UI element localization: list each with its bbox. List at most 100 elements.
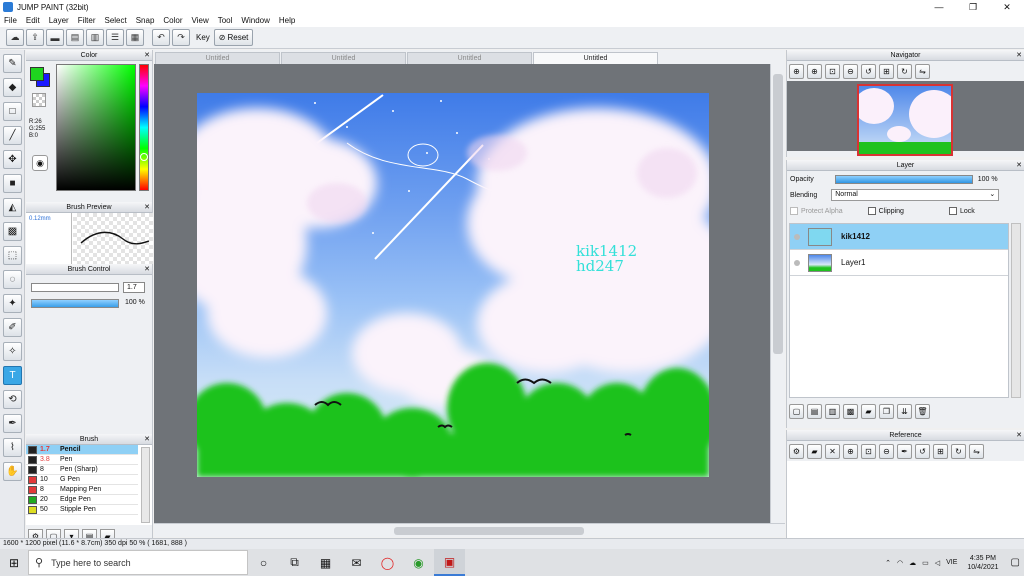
transparent-color-swatch[interactable] [32,93,46,107]
new-layer-icon[interactable]: ▢ [789,404,804,419]
close-icon[interactable]: ✕ [144,50,150,61]
taskbar-search[interactable]: ⚲ Type here to search [28,550,248,575]
foreground-color-swatch[interactable] [30,67,44,81]
volume-icon[interactable]: ◁ [935,559,940,567]
undo-icon[interactable]: ↶ [152,29,170,46]
menu-snap[interactable]: Snap [136,16,155,25]
select-pen-icon[interactable]: ✐ [3,318,22,337]
close-icon[interactable]: ✕ [1016,50,1022,61]
line-tool-icon[interactable]: ╱ [3,126,22,145]
scroll-thumb[interactable] [394,527,584,535]
wifi-icon[interactable]: ◠ [897,559,903,567]
close-button[interactable]: ✕ [990,0,1024,14]
store-icon[interactable]: ▦ [310,549,341,576]
visibility-icon[interactable] [794,259,800,266]
battery-icon[interactable]: ▭ [922,559,929,567]
menu-filter[interactable]: Filter [78,16,96,25]
list-icon[interactable]: ☰ [106,29,124,46]
close-icon[interactable]: ✕ [144,434,150,445]
fit-icon[interactable]: ⊡ [861,443,876,459]
eyedropper-icon[interactable]: ✒ [3,414,22,433]
select-rect-icon[interactable]: ⬚ [3,246,22,265]
opacity-slider[interactable] [834,174,973,184]
menu-help[interactable]: Help [279,16,295,25]
rotate-left-icon[interactable]: ↺ [915,443,930,459]
protect-alpha-checkbox[interactable] [790,207,798,215]
rotate-right-icon[interactable]: ↻ [897,63,912,79]
drawing-canvas[interactable]: kik1412 hd247 [197,93,709,477]
fill-rect-tool-icon[interactable]: ■ [3,174,22,193]
brush-item[interactable]: 8 Mapping Pen [26,485,138,495]
palette-icon[interactable]: ◉ [32,155,48,171]
close-icon[interactable]: ✕ [1016,160,1022,171]
document-tab[interactable]: Untitled [155,52,280,64]
brush-item[interactable]: 50 Stipple Pen [26,505,138,515]
halftone-layer-icon[interactable]: ▩ [843,404,858,419]
flip-icon[interactable]: ⇋ [969,443,984,459]
close-reference-icon[interactable]: ✕ [825,443,840,459]
share-icon[interactable]: ⇪ [26,29,44,46]
open-folder-icon[interactable]: ▰ [807,443,822,459]
language-indicator[interactable]: VIE [946,559,957,566]
menu-color[interactable]: Color [163,16,182,25]
menu-layer[interactable]: Layer [49,16,69,25]
rotate-left-icon[interactable]: ↺ [861,63,876,79]
actual-size-icon[interactable]: ⊞ [933,443,948,459]
hand-tool-icon[interactable]: ✋ [3,462,22,481]
rotate-right-icon[interactable]: ↻ [951,443,966,459]
new-layer-8bit-icon[interactable]: ▤ [807,404,822,419]
lasso-icon[interactable]: ◌ [3,270,22,289]
navigator-thumbnail[interactable] [854,84,959,156]
reference-settings-icon[interactable]: ⚙ [789,443,804,459]
fit-icon[interactable]: ⊡ [825,63,840,79]
zoom-in-icon[interactable]: ⊕ [789,63,804,79]
document-icon[interactable]: ▥ [86,29,104,46]
browser-icon[interactable]: ◉ [403,549,434,576]
new-layer-1bit-icon[interactable]: ▥ [825,404,840,419]
blending-select[interactable]: Normal ⌄ [831,189,1000,201]
hue-slider[interactable] [139,64,149,191]
hue-slider-knob[interactable] [140,153,148,161]
canvas-vertical-scrollbar[interactable] [770,64,785,523]
navigator-preview[interactable] [787,81,1024,156]
menu-file[interactable]: File [4,16,17,25]
duplicate-layer-icon[interactable]: ❐ [879,404,894,419]
move-tool-icon[interactable]: ✥ [3,150,22,169]
document-tab[interactable]: Untitled [407,52,532,64]
brush-item[interactable]: 10 G Pen [26,475,138,485]
scroll-thumb[interactable] [773,74,783,354]
reference-view[interactable] [787,461,1024,538]
menu-select[interactable]: Select [104,16,126,25]
layer-row[interactable]: Layer1 [790,250,1008,276]
layer-list-scrollbar[interactable] [1011,223,1021,398]
canvas-workspace[interactable]: kik1412 hd247 [154,64,770,523]
minimize-button[interactable]: — [922,0,956,14]
merge-layer-icon[interactable]: ⇊ [897,404,912,419]
clipping-checkbox[interactable] [867,207,876,215]
brush-tool-icon[interactable]: ✎ [3,54,22,73]
brush-item[interactable]: 1.7 Pencil [26,445,138,455]
cloud-icon[interactable]: ☁ [6,29,24,46]
layer-row[interactable]: kik1412 [790,224,1008,250]
zoom-in-icon[interactable]: ⊕ [807,63,822,79]
notification-icon[interactable]: ▢ [1011,557,1020,568]
delete-layer-icon[interactable]: 🗑 [915,404,930,419]
brush-opacity-slider[interactable] [31,299,119,308]
lock-checkbox[interactable] [948,207,957,215]
brush-size-slider[interactable] [31,283,119,292]
visibility-icon[interactable] [794,233,800,240]
close-icon[interactable]: ✕ [1016,430,1022,441]
zoom-in-icon[interactable]: ⊕ [843,443,858,459]
eraser-tool-icon[interactable]: ◆ [3,78,22,97]
magic-wand-icon[interactable]: ✦ [3,294,22,313]
dropper-icon[interactable]: ⌇ [3,438,22,457]
windows-start-icon[interactable]: ⊞ [0,549,28,576]
brush-size-value[interactable]: 1.7 [123,282,145,293]
menu-window[interactable]: Window [241,16,269,25]
close-icon[interactable]: ✕ [144,202,150,213]
operation-tool-icon[interactable]: ⟲ [3,390,22,409]
close-icon[interactable]: ✕ [144,264,150,275]
document-tab-active[interactable]: Untitled [533,52,658,64]
flip-icon[interactable]: ⇋ [915,63,930,79]
brush-item[interactable]: 8 Pen (Sharp) [26,465,138,475]
